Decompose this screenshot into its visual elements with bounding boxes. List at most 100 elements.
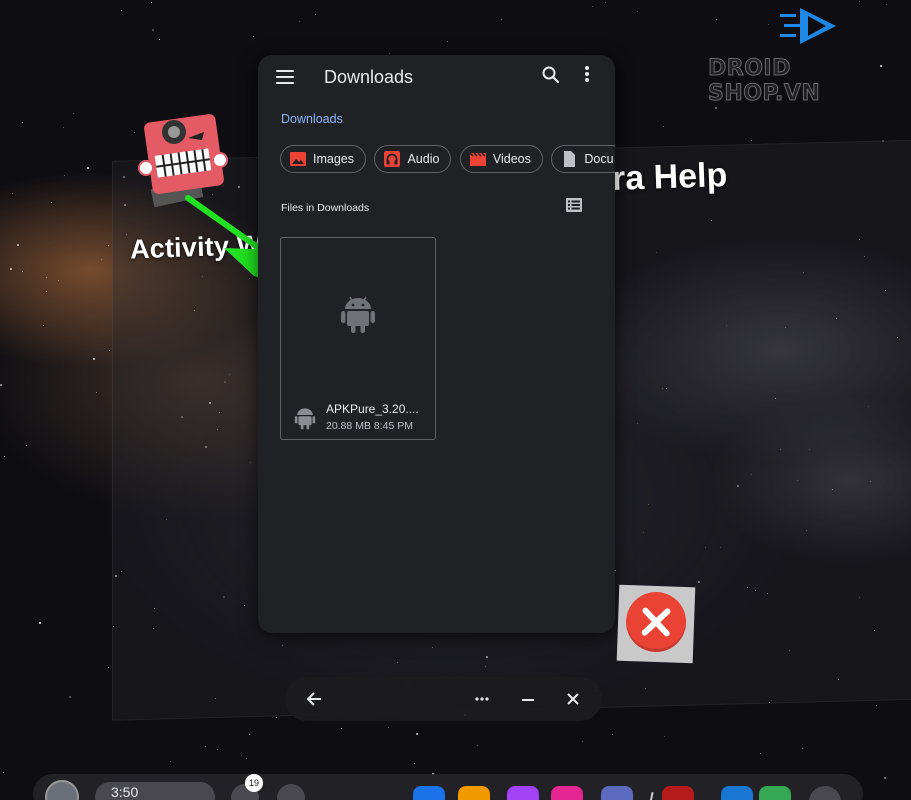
hamburger-menu-icon[interactable]: [276, 70, 294, 84]
android-icon: [294, 408, 316, 430]
people-button[interactable]: [277, 784, 305, 800]
star: [276, 717, 277, 718]
close-badge[interactable]: [616, 584, 696, 664]
file-meta: 20.88 MB 8:45 PM: [326, 420, 413, 432]
dock-end-button[interactable]: [809, 786, 841, 800]
star: [22, 271, 23, 272]
video-icon: [469, 152, 486, 166]
chip-images[interactable]: Images: [280, 145, 366, 173]
star: [69, 696, 71, 698]
star: [612, 734, 613, 735]
star: [51, 202, 52, 203]
star: [760, 753, 761, 754]
list-view-icon[interactable]: [566, 198, 582, 212]
section-label: Files in Downloads: [281, 202, 370, 214]
android-icon: [341, 296, 375, 333]
star: [388, 727, 389, 728]
star: [663, 126, 664, 127]
star: [389, 53, 390, 54]
star: [101, 259, 102, 260]
star: [802, 748, 803, 749]
star: [592, 6, 593, 7]
star: [0, 384, 2, 386]
star: [299, 21, 300, 22]
avatar[interactable]: [45, 780, 79, 800]
star: [664, 736, 665, 737]
star: [43, 325, 44, 326]
star: [58, 280, 59, 281]
star: [859, 1, 860, 2]
star: [637, 11, 638, 12]
notification-count-badge: 19: [245, 774, 263, 792]
chip-label: Videos: [492, 152, 531, 166]
star: [46, 291, 47, 292]
star: [121, 10, 122, 11]
star: [886, 4, 887, 5]
star: [73, 113, 74, 114]
category-chips: Images Audio Videos Docu: [280, 145, 615, 175]
chip-label: Docu: [584, 152, 614, 166]
bottom-dock: 3:50 19: [33, 774, 863, 800]
droidshop-logo-icon: [780, 8, 836, 44]
file-card[interactable]: APKPure_3.20.... 20.88 MB 8:45 PM: [280, 237, 436, 440]
star: [416, 733, 418, 735]
toolbar: Downloads: [258, 55, 615, 101]
star: [63, 127, 64, 128]
app-green-icon[interactable]: [759, 786, 791, 800]
star: [605, 2, 606, 3]
star: [108, 245, 109, 246]
star: [205, 746, 206, 747]
search-icon[interactable]: [541, 65, 561, 85]
app-blue2-icon[interactable]: [721, 786, 753, 800]
star: [10, 268, 12, 270]
window-control-bar: [285, 677, 602, 721]
app-game-icon[interactable]: [662, 786, 694, 800]
star: [87, 167, 89, 169]
star: [4, 456, 5, 457]
star: [716, 19, 717, 20]
chip-label: Images: [313, 152, 354, 166]
star: [715, 107, 717, 109]
image-icon: [290, 151, 306, 166]
star: [249, 734, 250, 735]
star: [217, 749, 218, 750]
more-options-icon[interactable]: [584, 66, 590, 84]
star: [17, 244, 19, 246]
star: [159, 39, 160, 40]
star: [447, 41, 448, 42]
app-orange-icon[interactable]: [458, 786, 490, 800]
star: [170, 761, 171, 762]
star: [253, 36, 254, 37]
app-pink-icon[interactable]: [551, 786, 583, 800]
file-name: APKPure_3.20....: [326, 402, 419, 416]
document-icon: [564, 150, 576, 167]
star: [414, 763, 415, 764]
app-purple-icon[interactable]: [507, 786, 539, 800]
app-indigo-icon[interactable]: [601, 786, 633, 800]
star: [751, 140, 752, 141]
star: [12, 193, 13, 194]
star: [315, 14, 316, 15]
breadcrumb[interactable]: Downloads: [281, 112, 343, 126]
star: [768, 24, 769, 25]
close-window-icon[interactable]: [564, 690, 582, 708]
star: [884, 777, 886, 779]
more-horizontal-icon[interactable]: [473, 690, 491, 708]
star: [64, 175, 65, 176]
dock-separator: [648, 791, 654, 800]
chip-documents[interactable]: Docu: [551, 145, 615, 173]
chip-videos[interactable]: Videos: [459, 145, 543, 173]
downloads-window: Downloads Downloads Images Audio Videos …: [258, 55, 615, 633]
star: [134, 132, 135, 133]
clock-time: 3:50: [111, 784, 139, 800]
back-arrow-icon[interactable]: [305, 690, 323, 708]
star: [246, 758, 247, 759]
close-icon: [641, 607, 671, 637]
star: [109, 350, 110, 351]
chip-label: Audio: [407, 152, 440, 166]
chip-audio[interactable]: Audio: [374, 145, 452, 173]
minimize-icon[interactable]: [519, 690, 537, 708]
app-blue-icon[interactable]: [413, 786, 445, 800]
star: [96, 392, 97, 393]
star: [582, 741, 583, 742]
